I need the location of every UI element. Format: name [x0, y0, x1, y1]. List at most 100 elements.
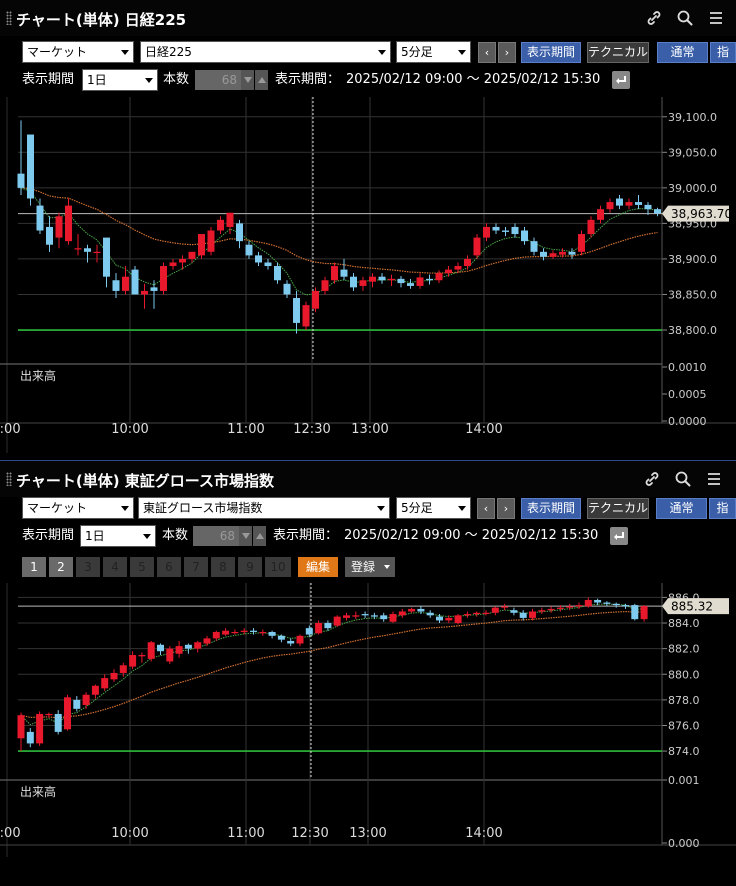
candle-body — [250, 630, 257, 632]
page-tab[interactable]: 4 — [103, 557, 127, 577]
reset-icon[interactable] — [610, 527, 628, 545]
candle-body — [36, 205, 44, 231]
search-icon[interactable] — [676, 9, 694, 27]
page-tab[interactable]: 1 — [22, 557, 46, 577]
y-tick-label: 38,800.0 — [668, 324, 717, 337]
period-select[interactable]: 1日 — [82, 69, 158, 91]
count-input[interactable]: 68 — [195, 70, 241, 90]
period-button[interactable]: 表示期間 — [521, 42, 581, 63]
candle-body — [463, 614, 471, 616]
candle-body — [287, 640, 295, 644]
page-tab[interactable]: 7 — [184, 557, 208, 577]
y-tick-label: 38,850.0 — [668, 288, 717, 301]
candle-body — [445, 617, 453, 621]
reset-icon[interactable] — [612, 71, 630, 89]
candle-body — [530, 241, 538, 252]
x-tick-label: 13:00 — [349, 826, 386, 841]
page-tab[interactable]: 3 — [76, 557, 100, 577]
page-tab[interactable]: 6 — [157, 557, 181, 577]
chart-area[interactable]: 9:0010:0011:0012:3013:0014:00886.0884.08… — [0, 583, 736, 886]
candle-body — [361, 614, 369, 616]
candle-body — [217, 219, 224, 231]
prev-button[interactable]: ‹ — [478, 42, 496, 63]
market-select[interactable]: マーケット — [22, 497, 134, 519]
drag-grip-icon[interactable] — [6, 11, 12, 25]
edit-button[interactable]: 編集 — [298, 557, 338, 577]
count-label: 本数 — [163, 72, 190, 87]
candle-body — [203, 638, 211, 644]
count-input[interactable]: 68 — [193, 526, 239, 546]
drag-grip-icon[interactable] — [6, 472, 12, 486]
vol-tick-label: 0.000 — [668, 837, 700, 850]
x-tick-label: 12:30 — [291, 826, 328, 841]
normal-button[interactable]: 通常 — [656, 498, 707, 519]
menu-icon[interactable] — [705, 470, 723, 488]
register-button[interactable]: 登録 — [345, 557, 395, 577]
candle-body — [321, 280, 329, 291]
symbol-select[interactable]: 東証グロース市場指数 — [138, 497, 390, 519]
next-button[interactable]: › — [497, 498, 515, 519]
vol-tick-label: 0.0005 — [668, 388, 707, 401]
period-button[interactable]: 表示期間 — [521, 498, 581, 519]
candle-body — [519, 612, 527, 618]
technical-button[interactable]: テクニカル — [587, 42, 649, 63]
search-icon[interactable] — [674, 470, 692, 488]
count-decrement-icon[interactable] — [241, 70, 254, 90]
link-icon[interactable] — [643, 470, 661, 488]
candle-body — [122, 276, 129, 291]
dropdown-arrow-icon — [143, 534, 151, 539]
market-select[interactable]: マーケット — [22, 41, 134, 63]
candle-body — [268, 631, 276, 636]
candle-body — [231, 631, 239, 634]
candle-body — [483, 226, 490, 238]
register-label: 登録 — [351, 560, 376, 574]
candle-body — [138, 655, 146, 657]
x-tick-label: 10:00 — [111, 826, 148, 841]
normal-button[interactable]: 通常 — [657, 42, 708, 63]
count-increment-icon[interactable] — [253, 526, 266, 546]
interval-select[interactable]: 5分足 — [396, 497, 471, 519]
y-tick-label: 39,050.0 — [668, 146, 717, 159]
candle-body — [603, 602, 611, 604]
menu-icon[interactable] — [707, 9, 725, 27]
y-tick-label: 884.0 — [668, 617, 700, 630]
chart-area[interactable]: 9:00 10:00 11:00 12:30 13:00 14:00 39,100.0 39,… — [0, 97, 736, 459]
technical-button[interactable]: テクニカル — [587, 498, 649, 519]
page-tab[interactable]: 10 — [265, 557, 291, 577]
candle-body — [302, 305, 310, 327]
price-tag-label: 38,963.70 — [671, 207, 732, 221]
page-tab[interactable]: 2 — [49, 557, 73, 577]
index-button[interactable]: 指 — [710, 42, 736, 63]
y-tick-label: 38,900.0 — [668, 253, 717, 266]
period-select[interactable]: 1日 — [80, 525, 156, 547]
count-increment-icon[interactable] — [255, 70, 268, 90]
page-tab[interactable]: 5 — [130, 557, 154, 577]
symbol-select[interactable]: 日経225 — [140, 41, 391, 63]
candle-body — [65, 205, 72, 242]
index-button[interactable]: 指 — [709, 498, 736, 519]
candle-body — [644, 204, 652, 210]
candle-body — [245, 244, 253, 256]
candle-body — [625, 202, 633, 206]
vol-tick-label: 0.0000 — [668, 415, 707, 428]
candle-body — [435, 273, 443, 281]
candle-body — [184, 644, 192, 649]
dropdown-arrow-icon — [145, 78, 153, 83]
y-tick-label: 880.0 — [668, 668, 700, 681]
x-tick-label: 14:00 — [465, 422, 502, 437]
interval-select[interactable]: 5分足 — [396, 41, 471, 63]
candle-body — [74, 248, 82, 250]
candle-body — [370, 615, 378, 617]
page-tab[interactable]: 9 — [238, 557, 262, 577]
interval-select-value: 5分足 — [401, 501, 433, 515]
count-decrement-icon[interactable] — [239, 526, 252, 546]
candle-body — [511, 226, 519, 235]
candle-body — [188, 251, 196, 259]
next-button[interactable]: › — [498, 42, 516, 63]
link-icon[interactable] — [645, 9, 663, 27]
page-tab[interactable]: 8 — [211, 557, 235, 577]
count-label: 本数 — [162, 528, 189, 543]
prev-button[interactable]: ‹ — [477, 498, 495, 519]
candle-body — [179, 258, 186, 263]
candle-body — [112, 280, 120, 291]
